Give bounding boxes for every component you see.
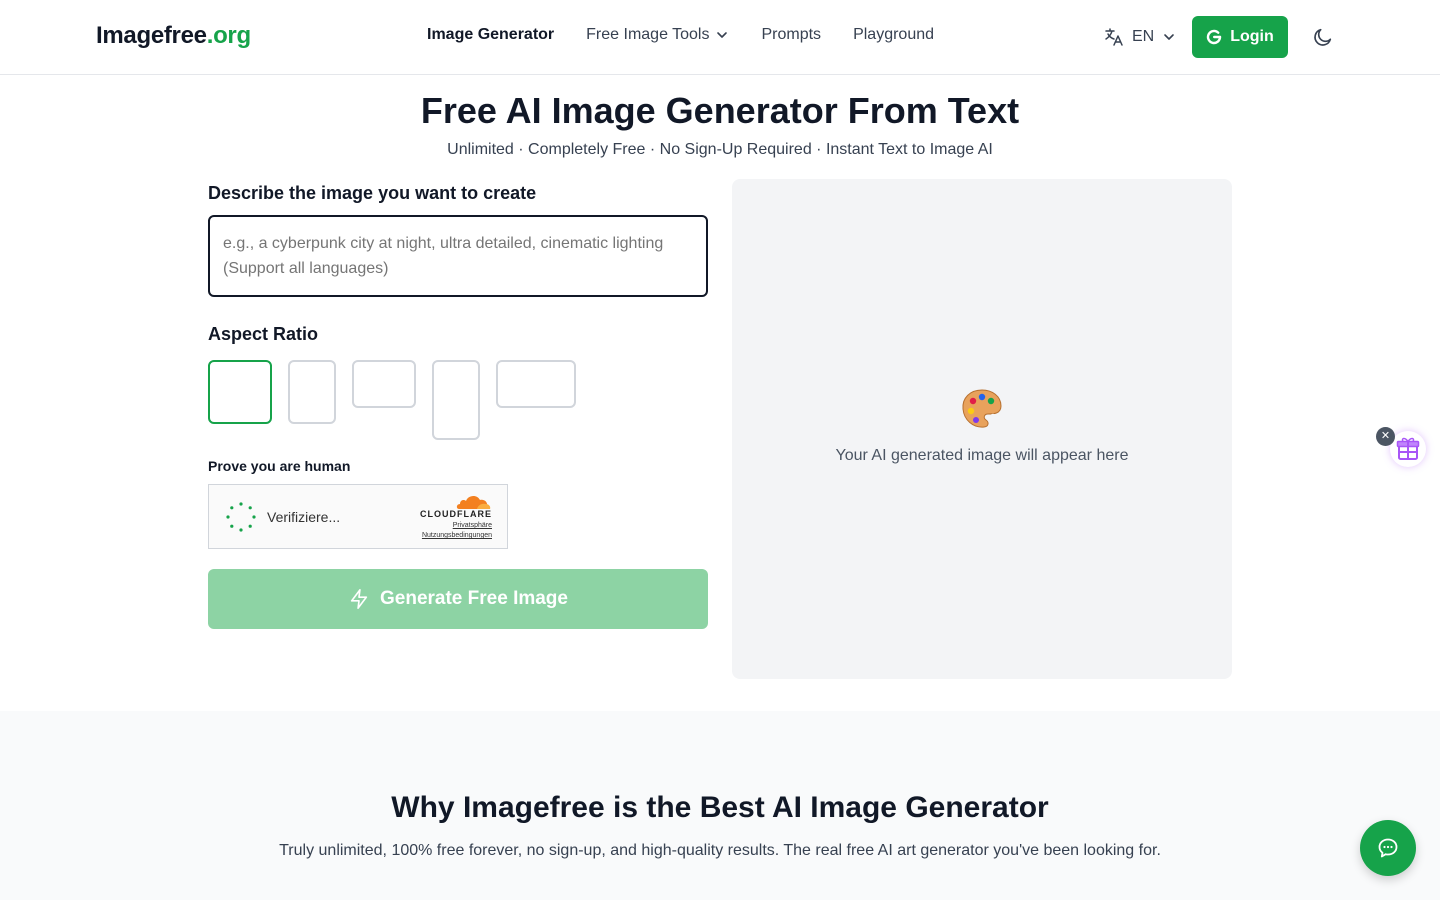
nav-free-image-tools[interactable]: Free Image Tools	[586, 26, 729, 44]
main-nav: Image Generator Free Image Tools Prompts…	[427, 26, 934, 44]
language-code: EN	[1132, 28, 1155, 45]
zap-icon	[350, 589, 368, 609]
captcha-brand: CLOUDFLARE	[420, 509, 492, 519]
features-subtitle: Truly unlimited, 100% free forever, no s…	[279, 842, 1161, 859]
login-button[interactable]: Login	[1192, 16, 1288, 58]
palette-icon	[962, 389, 1002, 428]
logo-main: Imagefree	[96, 22, 207, 49]
preview-placeholder-text: Your AI generated image will appear here	[835, 447, 1129, 464]
prompt-input[interactable]	[208, 215, 708, 297]
moon-icon[interactable]	[1312, 26, 1334, 48]
page-title: Free AI Image Generator From Text	[420, 90, 1020, 131]
translate-icon	[1105, 28, 1123, 46]
prompt-label: Describe the image you want to create	[208, 183, 537, 203]
generate-label: Generate Free Image	[380, 588, 568, 609]
captcha-privacy-link[interactable]: Privatsphäre	[453, 522, 492, 529]
features-title: Why Imagefree is the Best AI Image Gener…	[391, 791, 1049, 824]
human-check-label: Prove you are human	[208, 458, 351, 474]
nav-free-image-tools-label: Free Image Tools	[586, 26, 710, 43]
chat-icon	[1378, 838, 1398, 858]
page-subtitle: Unlimited · Completely Free · No Sign-Up…	[447, 141, 993, 158]
login-label: Login	[1230, 28, 1274, 45]
captcha-terms-link[interactable]: Nutzungsbedingungen	[422, 532, 492, 539]
captcha-status: Verifiziere...	[267, 509, 341, 525]
features-section: Why Imagefree is the Best AI Image Gener…	[0, 711, 1440, 900]
close-icon[interactable]: ✕	[1376, 427, 1395, 446]
gift-button[interactable]	[1390, 431, 1426, 467]
captcha-widget[interactable]: Verifiziere... CLOUDFLARE Privatsphäre N…	[208, 484, 508, 549]
logo-tld: .org	[206, 22, 251, 49]
nav-image-generator[interactable]: Image Generator	[427, 26, 554, 44]
nav-prompts[interactable]: Prompts	[761, 26, 821, 44]
aspect-ratio-option[interactable]	[496, 360, 576, 408]
promo-widget: ✕	[1376, 424, 1440, 474]
generate-button[interactable]: Generate Free Image	[208, 569, 708, 629]
site-header: Imagefree.org Image Generator Free Image…	[0, 0, 1440, 75]
nav-playground[interactable]: Playground	[853, 26, 934, 44]
aspect-ratio-option[interactable]	[432, 360, 480, 440]
cloudflare-logo-icon	[456, 495, 491, 509]
chevron-down-icon	[1164, 34, 1175, 40]
google-icon	[1207, 29, 1222, 45]
aspect-ratio-label: Aspect Ratio	[208, 324, 319, 344]
language-selector[interactable]: EN	[1104, 27, 1176, 47]
chat-button[interactable]	[1360, 820, 1416, 876]
spinner-icon	[226, 502, 256, 532]
chevron-down-icon	[717, 32, 728, 38]
logo[interactable]: Imagefree.org	[96, 22, 251, 50]
gift-icon	[1396, 437, 1420, 460]
aspect-ratio-option[interactable]	[208, 360, 272, 424]
aspect-ratio-option[interactable]	[288, 360, 336, 424]
image-preview-area: Your AI generated image will appear here	[732, 179, 1232, 679]
aspect-ratio-option[interactable]	[352, 360, 416, 408]
